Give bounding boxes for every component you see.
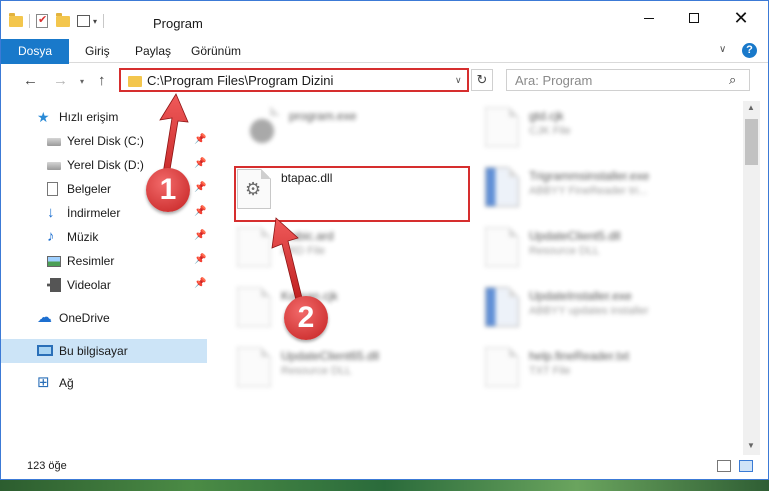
step-1-badge: 1 — [146, 168, 190, 212]
arrow-to-file — [271, 217, 303, 301]
step-2-badge: 2 — [284, 296, 328, 340]
desktop-background — [0, 480, 769, 491]
annotation-arrows — [159, 93, 303, 301]
